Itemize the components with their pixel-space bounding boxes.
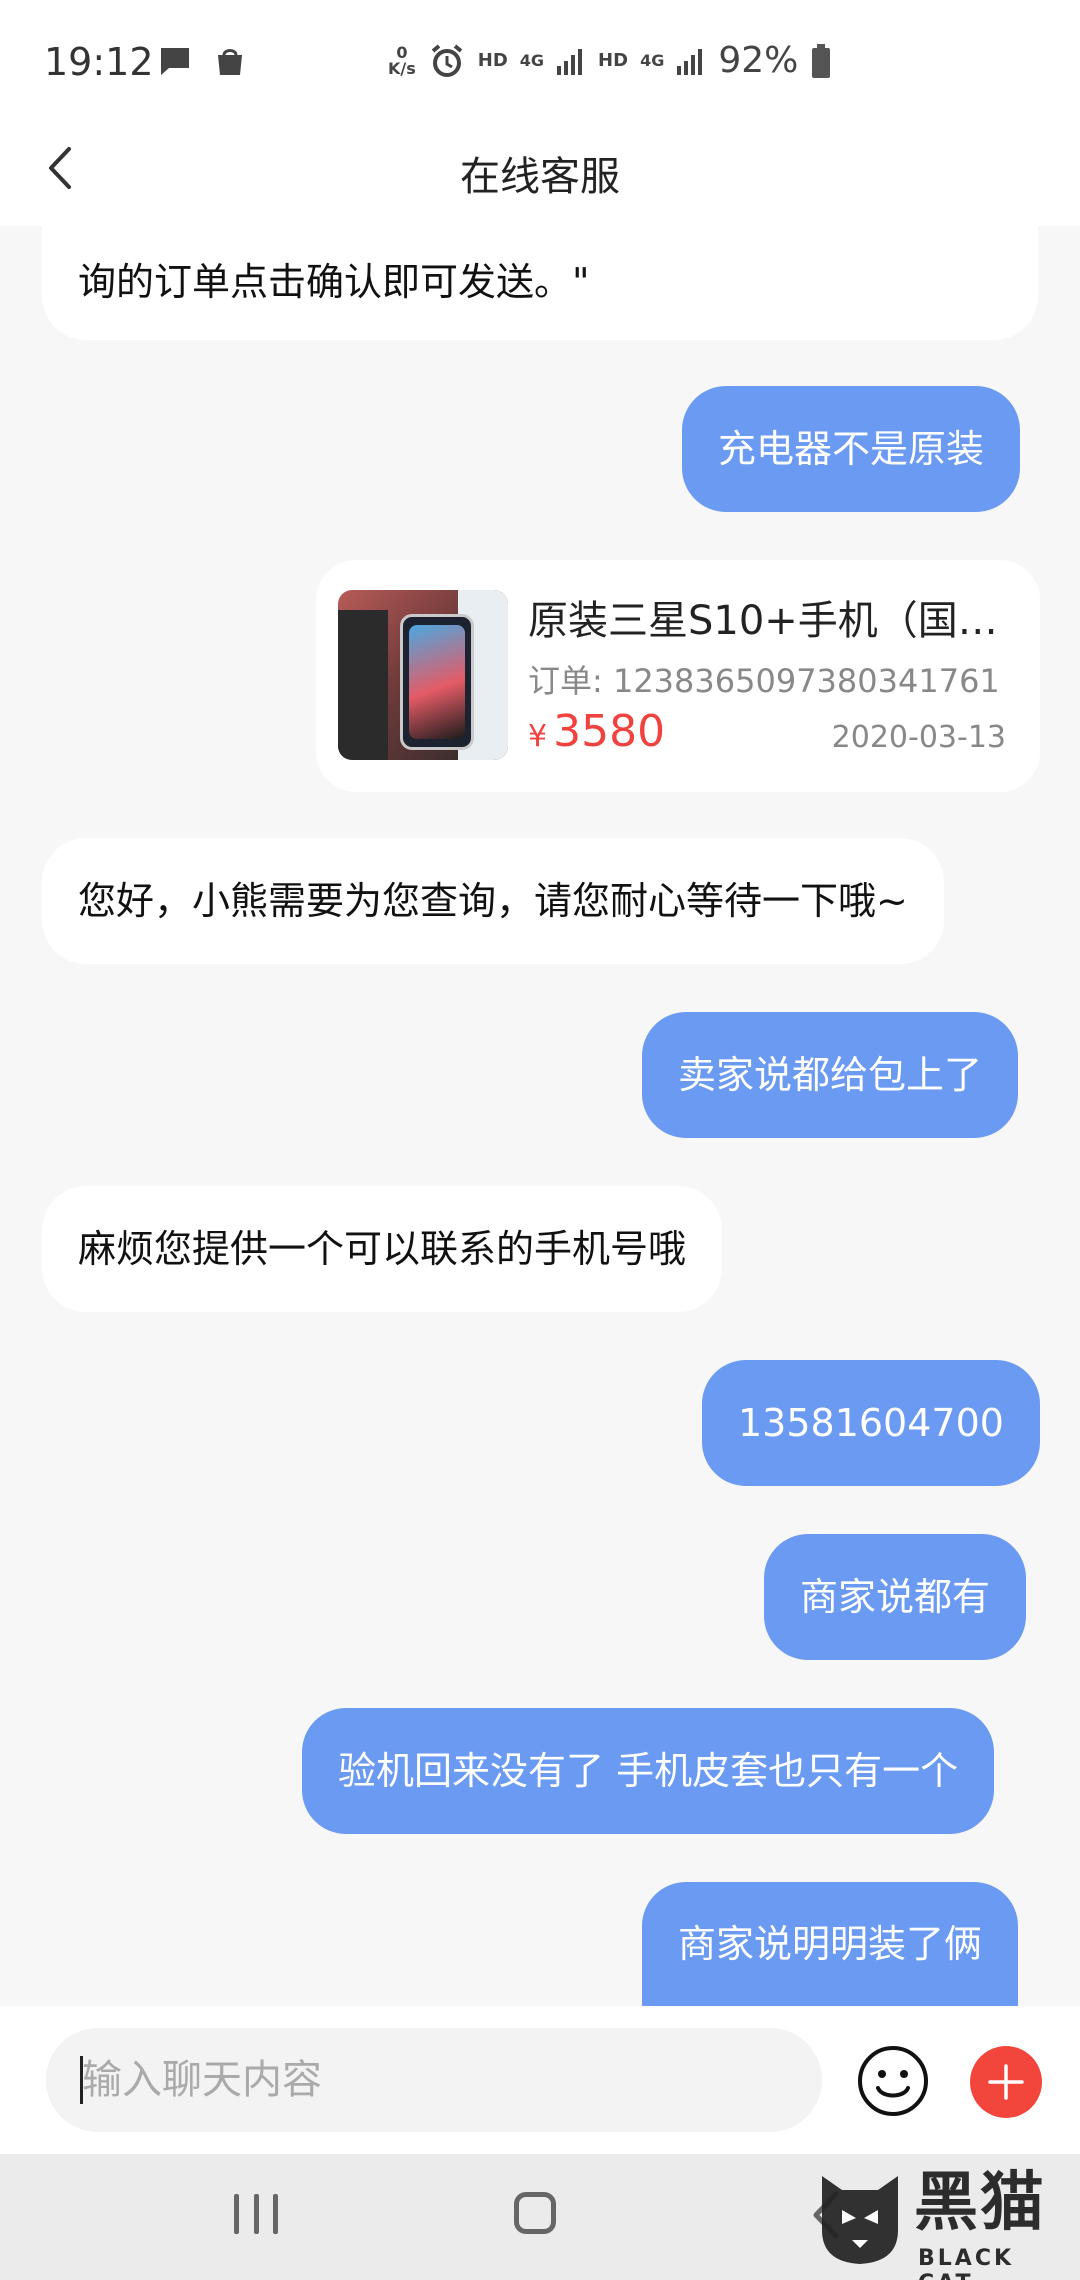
- message-bubble-user: 验机回来没有了 手机皮套也只有一个: [302, 1708, 995, 1834]
- status-time: 19:12: [44, 40, 154, 84]
- order-card[interactable]: 原装三星S10+手机（国… 订单: 1238365097380341761 ¥ …: [316, 560, 1040, 792]
- order-date: 2020-03-13: [831, 720, 1006, 755]
- chat-input-container[interactable]: [46, 2028, 822, 2132]
- plus-icon: [988, 2064, 1024, 2100]
- alarm-icon: [431, 43, 463, 77]
- black-cat-watermark: 黑猫 BLACK CAT: [812, 2166, 1080, 2280]
- network-type-1: 4G: [519, 50, 545, 70]
- black-cat-logo-icon: [822, 2176, 898, 2264]
- signal-icon: [677, 48, 703, 75]
- message-text: 您好，小熊需要为您查询，请您耐心等待一下哦~: [78, 879, 908, 923]
- price-amount: 3580: [553, 706, 666, 757]
- home-button[interactable]: [514, 2192, 556, 2234]
- order-title: 原装三星S10+手机（国…: [528, 598, 998, 644]
- message-bubble-user: 充电器不是原装: [682, 386, 1021, 512]
- watermark-subtext: BLACK CAT: [918, 2246, 1015, 2280]
- order-number: 订单: 1238365097380341761: [528, 662, 1000, 700]
- message-text: 询的订单点击确认即可发送。": [78, 260, 590, 304]
- currency-symbol: ¥: [528, 719, 548, 754]
- header-bar: 在线客服: [0, 110, 1080, 226]
- message-icon: [161, 48, 189, 75]
- message-text: 充电器不是原装: [718, 427, 985, 471]
- message-bubble-user: 商家说明明装了俩: [642, 1882, 1019, 2006]
- message-bubble-agent: 麻烦您提供一个可以联系的手机号哦: [42, 1186, 723, 1312]
- recent-apps-button[interactable]: [234, 2194, 278, 2238]
- message-text: 商家说明明装了俩: [678, 1922, 983, 1966]
- message-bubble-user: 商家说都有: [764, 1534, 1027, 1660]
- product-thumbnail: [338, 590, 508, 760]
- watermark-text: 黑猫: [914, 2166, 1046, 2240]
- message-text: 商家说都有: [800, 1575, 991, 1619]
- message-bubble-agent: 您好，小熊需要为您查询，请您耐心等待一下哦~: [42, 838, 944, 964]
- hd-label-2: HD: [598, 50, 629, 71]
- message-bubble-user: 13581604700: [702, 1360, 1040, 1486]
- battery-icon: [812, 43, 831, 78]
- message-text: 麻烦您提供一个可以联系的手机号哦: [78, 1227, 687, 1271]
- message-text: 验机回来没有了 手机皮套也只有一个: [338, 1749, 959, 1793]
- message-bubble-user: 卖家说都给包上了: [642, 1012, 1019, 1138]
- battery-percent: 92%: [718, 40, 799, 81]
- input-bar: [0, 2006, 1080, 2154]
- hd-label-1: HD: [477, 50, 508, 71]
- order-price: ¥ 3580: [528, 706, 665, 757]
- emoji-icon[interactable]: [856, 2044, 930, 2118]
- message-text: 13581604700: [738, 1401, 1004, 1445]
- chat-list[interactable]: 询的订单点击确认即可发送。" 充电器不是原装 原装三星S10+手机（国… 订单:…: [0, 226, 1080, 2006]
- add-button[interactable]: [970, 2046, 1042, 2118]
- signal-icon: [557, 48, 583, 75]
- shopping-bag-icon: [218, 49, 242, 75]
- message-bubble-agent: 询的订单点击确认即可发送。": [42, 226, 1038, 340]
- chat-input[interactable]: [82, 2028, 782, 2132]
- message-text: 卖家说都给包上了: [678, 1053, 983, 1097]
- page-title: 在线客服: [460, 154, 620, 200]
- network-type-2: 4G: [640, 50, 665, 70]
- net-speed-unit: K/s: [388, 58, 416, 78]
